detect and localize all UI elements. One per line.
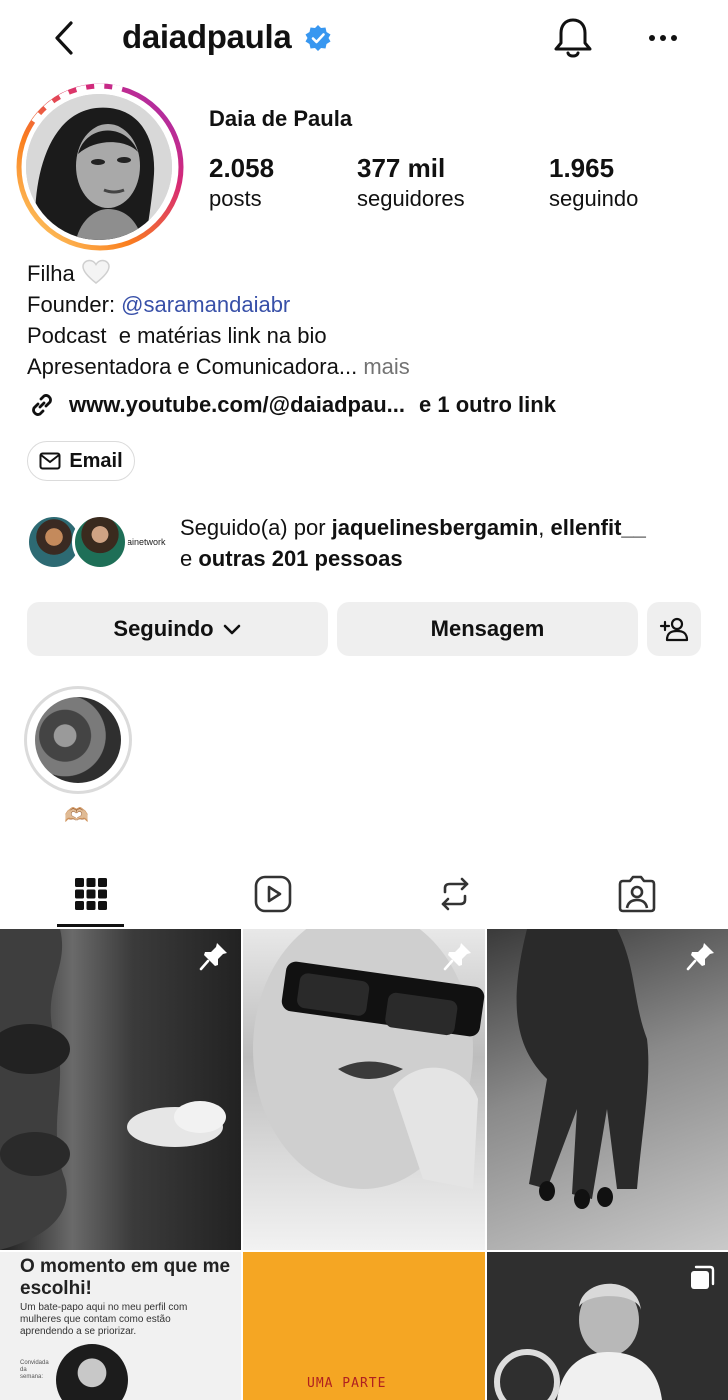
grid-icon <box>75 878 107 910</box>
active-tab-indicator <box>57 924 124 927</box>
bio-line-2: Founder: @saramandaiabr <box>27 289 410 320</box>
pin-icon <box>686 943 714 971</box>
external-link[interactable]: www.youtube.com/@daiadpau... e 1 outro l… <box>27 388 556 422</box>
followed-by-prefix: Seguido(a) por <box>180 515 332 540</box>
followers-count: 377 mil <box>357 153 446 183</box>
email-button[interactable]: Email <box>27 441 135 481</box>
stat-posts[interactable]: 2.058 posts <box>209 152 274 214</box>
carousel-icon <box>691 1265 715 1289</box>
following-label: Seguindo <box>113 616 214 641</box>
pin-icon <box>199 943 227 971</box>
stat-following[interactable]: 1.965 seguindo <box>549 152 638 214</box>
tab-reels[interactable] <box>182 860 364 928</box>
notifications-button[interactable] <box>550 14 596 62</box>
link-url: www.youtube.com/@daiadpau... <box>69 392 406 417</box>
following-button[interactable]: Seguindo <box>27 602 328 656</box>
bio-more-link[interactable]: mais <box>357 354 409 379</box>
bio-line-4-text: Apresentadora e Comunicadora... <box>27 354 358 379</box>
post-thumbnail[interactable] <box>243 929 485 1250</box>
following-label: seguindo <box>549 186 639 211</box>
chevron-left-icon <box>55 21 73 55</box>
message-label: Mensagem <box>430 616 545 641</box>
post-thumbnail[interactable] <box>0 929 241 1250</box>
profile-bio: Filha Founder: @saramandaiabr Podcast e … <box>27 258 410 382</box>
post-handwritten-text: UMA PARTE <box>307 1376 387 1391</box>
link-icon <box>32 394 52 416</box>
mutual-avatar-tag: ainetwork <box>127 537 166 547</box>
bio-line-4: Apresentadora e Comunicadora... mais <box>27 351 410 382</box>
bell-icon <box>554 18 592 58</box>
more-options-button[interactable] <box>640 22 686 54</box>
stat-followers[interactable]: 377 mil seguidores <box>357 152 465 214</box>
post-thumbnail[interactable]: O momento em que me escolhi! Um bate-pap… <box>0 1252 241 1400</box>
highlight-cover <box>35 697 121 783</box>
post-image <box>516 929 649 1209</box>
followers-label: seguidores <box>357 186 465 211</box>
reels-icon <box>254 875 292 913</box>
highlight-label: 🫶🏼 <box>64 805 89 827</box>
post-title-text: O momento em que me escolhi! <box>20 1256 231 1299</box>
profile-photo <box>26 94 172 240</box>
tagged-icon <box>618 875 656 913</box>
posts-count: 2.058 <box>209 153 275 183</box>
mutual-others[interactable]: outras 201 pessoas <box>198 546 402 571</box>
profile-username[interactable]: daiadpaula <box>122 18 292 56</box>
posts-grid: O momento em que me escolhi! Um bate-pap… <box>0 929 728 1400</box>
back-button[interactable] <box>44 16 84 60</box>
post-thumbnail[interactable]: UMA PARTE <box>243 1252 485 1400</box>
mail-icon <box>39 452 61 470</box>
chevron-down-icon <box>223 624 240 635</box>
post-guest-label: Convidada da semana: <box>20 1360 49 1380</box>
post-guest-photo <box>56 1344 128 1400</box>
post-image <box>0 929 226 1250</box>
add-user-icon <box>659 617 689 642</box>
following-count: 1.965 <box>549 153 615 183</box>
link-other: e 1 outro link <box>419 392 556 417</box>
tab-posts-grid[interactable] <box>0 860 182 928</box>
profile-tabs <box>0 860 728 928</box>
bio-line-1-text: Filha <box>27 261 75 286</box>
bio-mention-link[interactable]: @saramandaiabr <box>121 292 290 317</box>
bio-line-3: Podcast e matérias link na bio <box>27 323 327 348</box>
mutual-user-2[interactable]: ellenfit__ <box>551 515 646 540</box>
profile-avatar[interactable] <box>26 94 172 240</box>
profile-display-name: Daia de Paula <box>209 106 353 131</box>
top-bar: daiadpaula <box>0 0 728 80</box>
message-button[interactable]: Mensagem <box>337 602 638 656</box>
verified-badge-icon <box>305 25 331 51</box>
post-subtitle-text: Um bate-papo aqui no meu perfil com mulh… <box>20 1302 188 1337</box>
mutual-follower-avatar-2[interactable] <box>72 514 128 570</box>
bio-line-2-text: Founder: <box>27 292 122 317</box>
post-thumbnail[interactable] <box>487 929 728 1250</box>
reposts-icon <box>441 877 469 911</box>
posts-label: posts <box>209 186 262 211</box>
pin-icon <box>443 943 471 971</box>
post-thumbnail[interactable] <box>487 1252 728 1400</box>
post-image <box>253 929 485 1189</box>
followed-by-and: e <box>180 546 199 571</box>
email-label: Email <box>69 449 123 472</box>
followed-by-separator: , <box>538 515 551 540</box>
more-horizontal-icon <box>649 35 677 41</box>
bio-line-1: Filha <box>27 258 410 289</box>
suggested-users-button[interactable] <box>647 602 701 656</box>
followed-by-text[interactable]: Seguido(a) por jaquelinesbergamin, ellen… <box>180 512 710 574</box>
mutual-user-1[interactable]: jaquelinesbergamin <box>332 515 539 540</box>
tab-tagged[interactable] <box>546 860 728 928</box>
tab-reposts[interactable] <box>364 860 546 928</box>
white-heart-icon <box>82 259 110 284</box>
